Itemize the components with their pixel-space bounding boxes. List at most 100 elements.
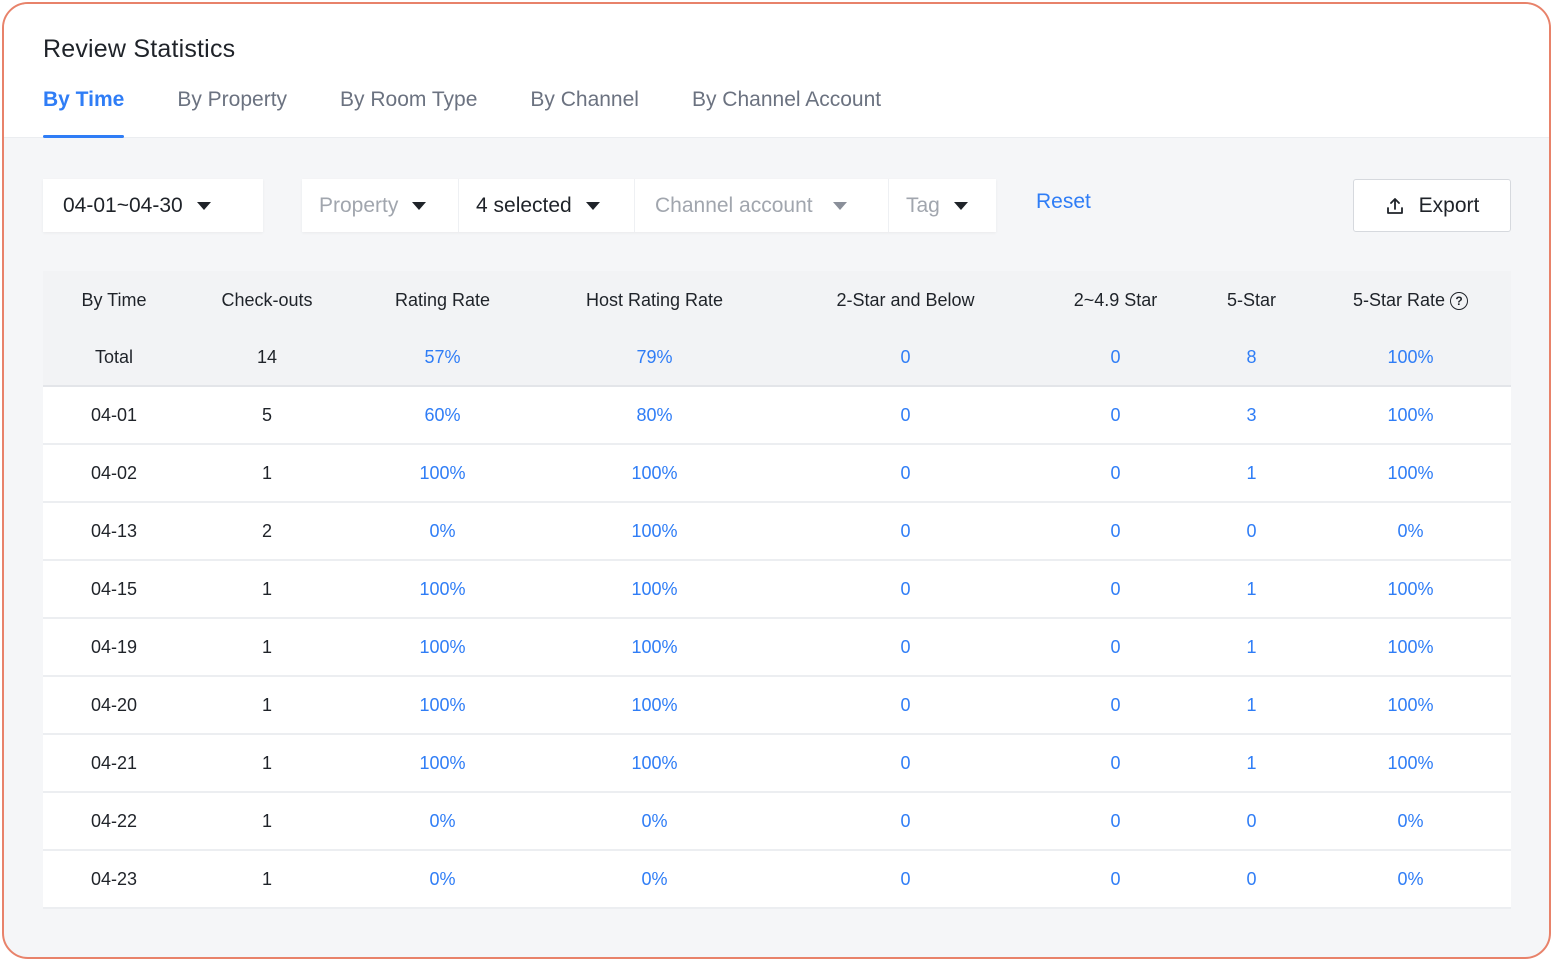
table-cell[interactable]: 0% <box>1310 811 1511 832</box>
table-cell[interactable]: 100% <box>349 753 536 774</box>
table-cell[interactable]: 0% <box>536 869 773 890</box>
table-cell[interactable]: 0 <box>1038 695 1193 716</box>
table-cell[interactable]: 0 <box>1038 637 1193 658</box>
table-cell[interactable]: 0 <box>773 811 1038 832</box>
table-cell[interactable]: 100% <box>1310 463 1511 484</box>
table-row: 04-01 5 60% 80% 0 0 3 100% <box>43 387 1511 445</box>
table-cell[interactable]: 100% <box>536 579 773 600</box>
table-cell-date: 04-02 <box>90 462 138 483</box>
table-row: 04-21 1 100% 100% 0 0 1 100% <box>43 735 1511 793</box>
table-cell[interactable]: 0 <box>773 347 1038 368</box>
table-cell[interactable]: 0 <box>1038 579 1193 600</box>
caret-down-icon <box>412 201 427 210</box>
column-header: Host Rating Rate <box>585 289 724 310</box>
table-cell[interactable]: 0 <box>1193 869 1310 890</box>
table-cell[interactable]: 100% <box>536 637 773 658</box>
table-cell[interactable]: 0% <box>536 811 773 832</box>
tab-by-room-type[interactable]: By Room Type <box>340 86 477 138</box>
table-cell[interactable]: 0 <box>1193 521 1310 542</box>
table-header-row: By Time Check-outs Rating Rate Host Rati… <box>43 271 1511 329</box>
tab-by-channel[interactable]: By Channel <box>530 86 639 138</box>
table-cell[interactable]: 100% <box>349 637 536 658</box>
tab-by-property[interactable]: By Property <box>177 86 287 138</box>
table-cell: 1 <box>261 694 272 715</box>
table-cell[interactable]: 0 <box>773 405 1038 426</box>
question-circle-icon[interactable]: ? <box>1450 291 1469 310</box>
channel-account-select[interactable]: Channel account <box>635 179 889 232</box>
table-cell[interactable]: 57% <box>349 347 536 368</box>
filter-group: Property 4 selected Channel account Tag <box>302 179 996 232</box>
tab-by-time[interactable]: By Time <box>43 86 125 138</box>
table-cell[interactable]: 100% <box>536 463 773 484</box>
tab-by-channel-account[interactable]: By Channel Account <box>692 86 881 138</box>
column-header: Check-outs <box>221 289 313 310</box>
table-cell-date: 04-20 <box>90 694 138 715</box>
table-cell[interactable]: 1 <box>1193 753 1310 774</box>
table-row: 04-22 1 0% 0% 0 0 0 0% <box>43 793 1511 851</box>
caret-down-icon <box>196 201 211 210</box>
table-cell: 1 <box>261 810 272 831</box>
table-cell[interactable]: 100% <box>1310 753 1511 774</box>
table-cell[interactable]: 0% <box>349 869 536 890</box>
table-cell[interactable]: 100% <box>1310 579 1511 600</box>
table-cell[interactable]: 0 <box>773 579 1038 600</box>
table-cell[interactable]: 0 <box>1038 811 1193 832</box>
table-cell[interactable]: 0 <box>1193 811 1310 832</box>
table-cell[interactable]: 0 <box>1038 753 1193 774</box>
table-cell[interactable]: 100% <box>349 463 536 484</box>
table-cell[interactable]: 1 <box>1193 637 1310 658</box>
table-cell[interactable]: 100% <box>1310 695 1511 716</box>
table-cell[interactable]: 0 <box>773 695 1038 716</box>
table-cell[interactable]: 100% <box>349 579 536 600</box>
table-cell[interactable]: 1 <box>1193 579 1310 600</box>
table-cell[interactable]: 100% <box>1310 347 1511 368</box>
table-cell[interactable]: 0 <box>773 869 1038 890</box>
property-select[interactable]: Property <box>302 179 459 232</box>
table-cell[interactable]: 1 <box>1193 695 1310 716</box>
table-cell[interactable]: 0 <box>1038 347 1193 368</box>
selection-select[interactable]: 4 selected <box>459 179 635 232</box>
table-cell[interactable]: 0 <box>1038 869 1193 890</box>
table-cell: 1 <box>261 578 272 599</box>
table-cell[interactable]: 79% <box>536 347 773 368</box>
table-cell[interactable]: 0 <box>773 637 1038 658</box>
column-header: Rating Rate <box>394 289 491 310</box>
reset-button[interactable]: Reset <box>1036 190 1091 214</box>
column-header: 2-Star and Below <box>836 289 975 310</box>
table-cell[interactable]: 0 <box>773 463 1038 484</box>
table-cell-date: 04-22 <box>90 810 138 831</box>
table-cell[interactable]: 100% <box>536 753 773 774</box>
table-cell[interactable]: 0% <box>1310 521 1511 542</box>
table-cell[interactable]: 0 <box>1038 405 1193 426</box>
caret-down-icon <box>832 201 847 210</box>
table-cell-date: 04-13 <box>90 520 138 541</box>
table-cell[interactable]: 100% <box>1310 405 1511 426</box>
tag-select[interactable]: Tag <box>889 179 996 232</box>
caret-down-icon <box>953 201 968 210</box>
table-cell[interactable]: 80% <box>536 405 773 426</box>
column-header-5-star-rate: 5-Star Rate? <box>1310 290 1511 311</box>
table-cell[interactable]: 0 <box>773 521 1038 542</box>
table-cell[interactable]: 3 <box>1193 405 1310 426</box>
date-range-select[interactable]: 04-01~04-30 <box>43 179 263 232</box>
column-header: 2~4.9 Star <box>1073 289 1158 310</box>
table-cell[interactable]: 1 <box>1193 463 1310 484</box>
export-button[interactable]: Export <box>1353 179 1511 232</box>
table-cell[interactable]: 100% <box>536 695 773 716</box>
tab-bar: By Time By Property By Room Type By Chan… <box>43 86 934 138</box>
table-cell[interactable]: 0% <box>349 521 536 542</box>
table-cell[interactable]: 0% <box>349 811 536 832</box>
header: Review Statistics By Time By Property By… <box>4 4 1549 138</box>
table-cell[interactable]: 0% <box>1310 869 1511 890</box>
table-cell[interactable]: 100% <box>349 695 536 716</box>
table-cell: 1 <box>261 462 272 483</box>
table-cell[interactable]: 60% <box>349 405 536 426</box>
table-cell[interactable]: 100% <box>1310 637 1511 658</box>
table-row: 04-13 2 0% 100% 0 0 0 0% <box>43 503 1511 561</box>
table-cell[interactable]: 0 <box>1038 463 1193 484</box>
table-cell[interactable]: 0 <box>773 753 1038 774</box>
property-placeholder: Property <box>319 193 399 217</box>
table-cell[interactable]: 8 <box>1193 347 1310 368</box>
table-cell[interactable]: 100% <box>536 521 773 542</box>
table-cell[interactable]: 0 <box>1038 521 1193 542</box>
